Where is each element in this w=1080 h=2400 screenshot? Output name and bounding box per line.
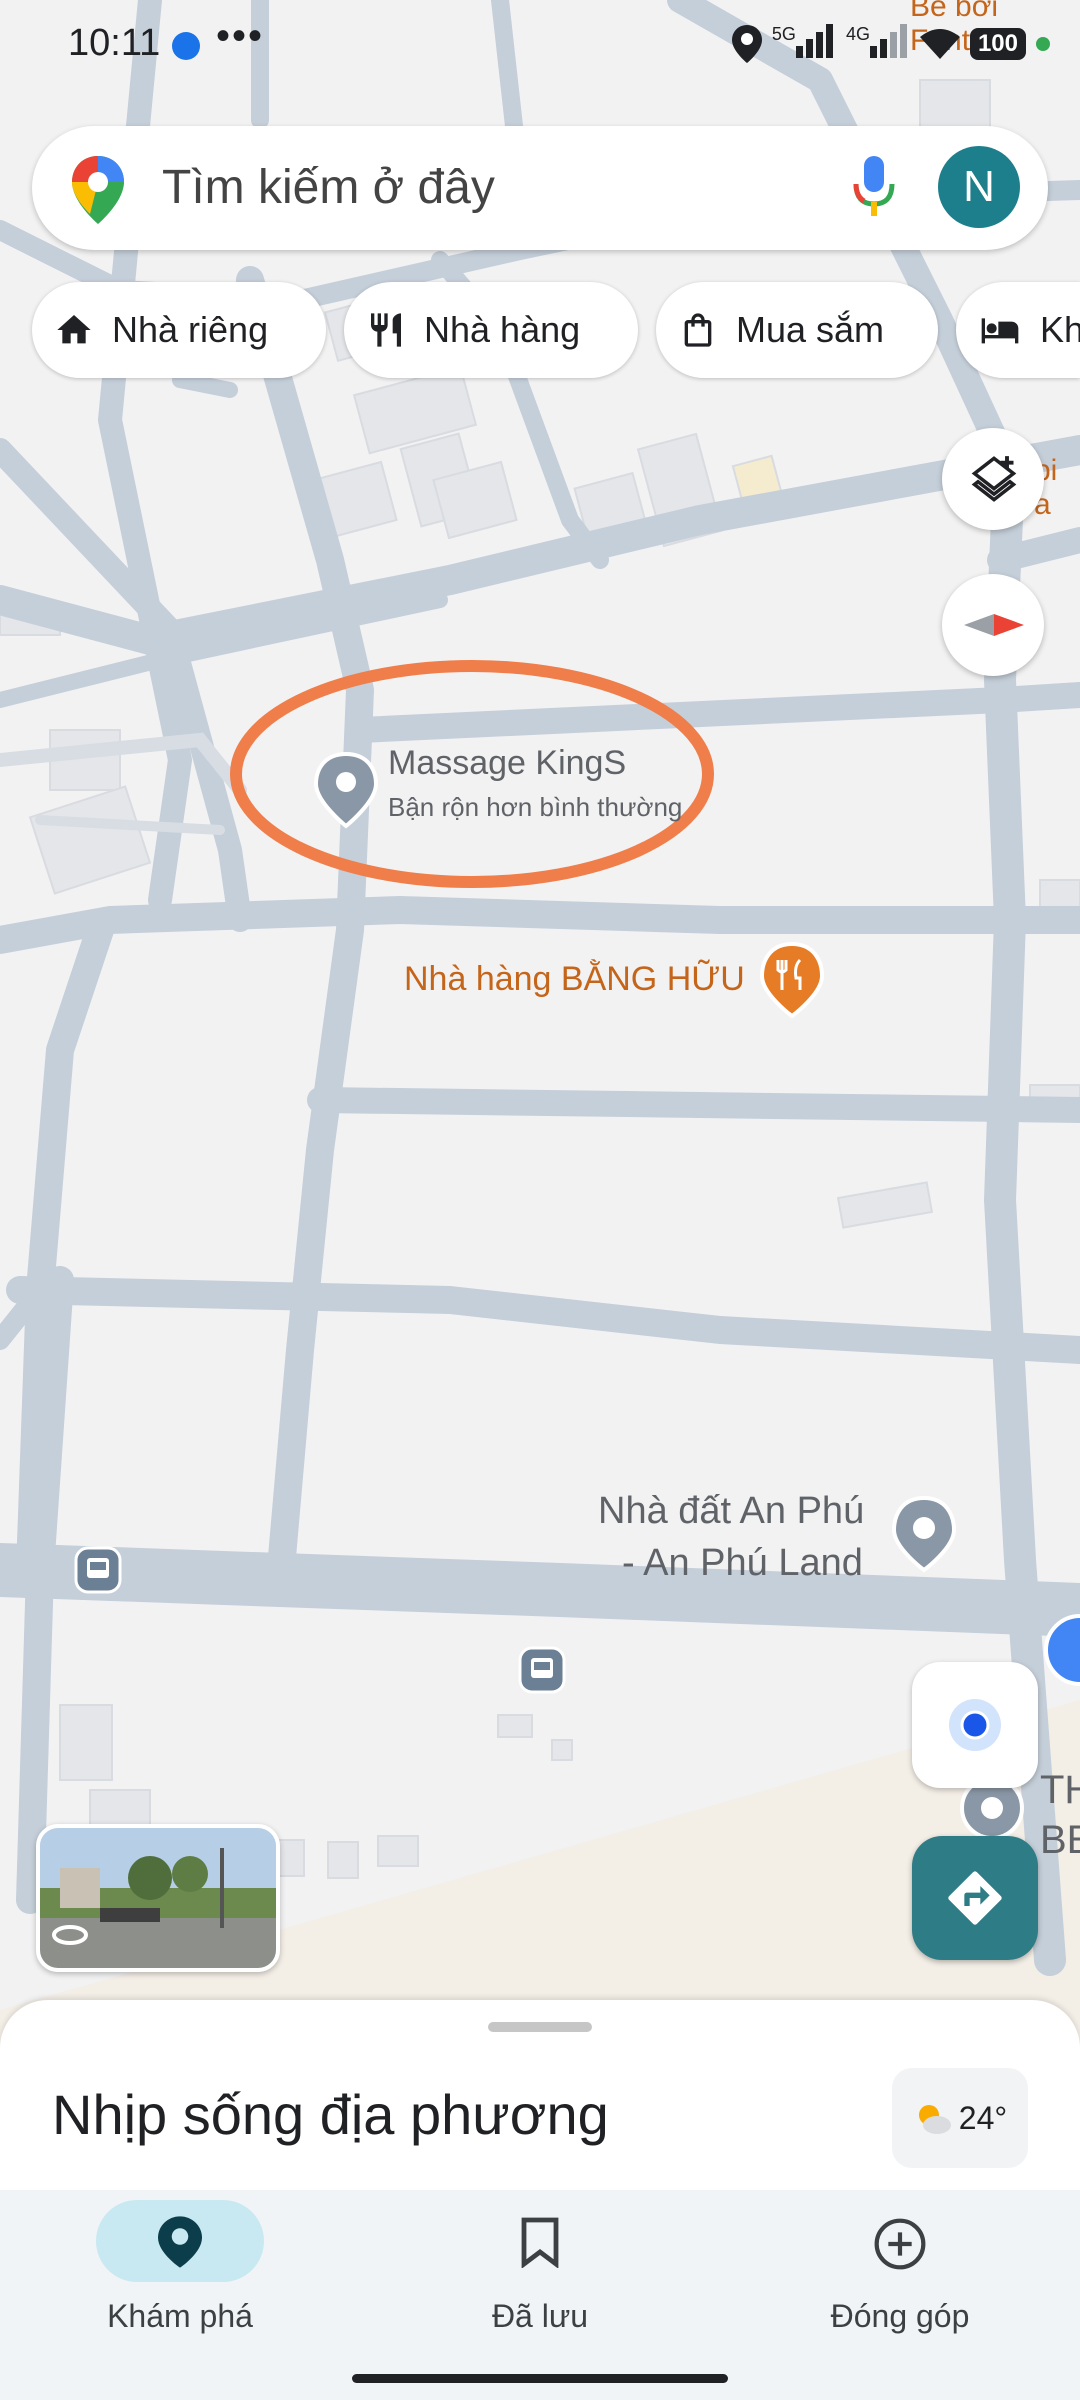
avatar[interactable]: N [938, 146, 1020, 228]
location-icon [731, 25, 762, 63]
restaurant-icon [371, 313, 401, 347]
add-circle-icon [874, 2218, 926, 2270]
bottom-navigation: Khám phá Đã lưu Đóng góp [0, 2190, 1080, 2400]
massage-status: Bận rộn hơn bình thường [388, 792, 683, 822]
chip-label: Nhà hàng [424, 309, 581, 350]
nav-saved[interactable]: Đã lưu [360, 2190, 720, 2390]
nav-contribute[interactable]: Đóng góp [720, 2190, 1080, 2390]
my-location-button[interactable] [912, 1662, 1038, 1788]
microphone-icon[interactable] [852, 156, 896, 220]
weather-chip[interactable]: 24° [892, 2068, 1028, 2168]
massage-name[interactable]: Massage KingS [388, 744, 626, 783]
layers-icon [971, 456, 1017, 502]
home-icon [57, 315, 91, 344]
compass-button[interactable] [942, 574, 1044, 676]
signal-5g: 5G [772, 24, 836, 64]
more-notifications-icon: ••• [216, 14, 265, 58]
search-bar[interactable]: Tìm kiếm ở đây N [32, 126, 1048, 250]
anphu-line-2[interactable]: - An Phú Land [622, 1542, 863, 1585]
directions-button[interactable] [912, 1836, 1038, 1960]
signal-4g: 4G [846, 24, 910, 64]
street-view-icon [52, 1925, 88, 1945]
gesture-bar[interactable] [352, 2374, 728, 2383]
nav-explore[interactable]: Khám phá [0, 2190, 360, 2390]
sheet-title: Nhịp sống địa phương [52, 2083, 609, 2146]
partly-cloudy-icon [918, 2105, 951, 2134]
chip-label: Kh [1040, 309, 1080, 350]
edge-label-2: BE [1040, 1818, 1080, 1862]
explore-pin-icon [158, 2216, 202, 2268]
bookmark-icon [521, 2217, 559, 2268]
chip-home[interactable]: Nhà riêng [32, 282, 326, 378]
status-icons: 5G 4G 100 [731, 24, 1050, 64]
edge-label-1: TH [1040, 1768, 1080, 1812]
status-bar: 10:11 ••• 5G 4G 100 [0, 0, 1080, 90]
directions-icon [948, 1871, 1002, 1925]
sheet-drag-handle[interactable] [488, 2022, 592, 2032]
anphu-line-1[interactable]: Nhà đất An Phú [598, 1490, 864, 1533]
chip-restaurant[interactable]: Nhà hàng [344, 282, 638, 378]
chip-hotel[interactable]: Kh [956, 282, 1080, 378]
hotel-icon [981, 318, 1019, 344]
chip-label: Mua sắm [736, 309, 885, 350]
nav-label-explore: Khám phá [107, 2298, 253, 2334]
compass-icon [964, 614, 1024, 636]
wifi-icon [919, 29, 960, 59]
privacy-dot [1036, 37, 1050, 51]
layers-button[interactable] [942, 428, 1044, 530]
street-view-thumbnail[interactable] [36, 1824, 280, 1972]
messenger-icon [172, 32, 200, 60]
chip-shopping[interactable]: Mua sắm [656, 282, 938, 378]
maps-logo-icon [72, 156, 124, 224]
restaurant-name[interactable]: Nhà hàng BẰNG HỮU [404, 960, 745, 999]
status-time: 10:11 [68, 22, 161, 64]
search-placeholder: Tìm kiếm ở đây [162, 161, 495, 214]
bus-stop-icon [518, 1646, 566, 1694]
chip-label: Nhà riêng [112, 309, 269, 350]
temperature: 24° [958, 2099, 1008, 2136]
bus-stop-icon [74, 1546, 122, 1594]
nav-label-contribute: Đóng góp [830, 2298, 970, 2334]
battery-indicator: 100 [969, 28, 1026, 60]
my-location-icon [949, 1699, 1001, 1751]
shopping-bag-icon [684, 313, 712, 347]
nav-label-saved: Đã lưu [491, 2298, 589, 2334]
